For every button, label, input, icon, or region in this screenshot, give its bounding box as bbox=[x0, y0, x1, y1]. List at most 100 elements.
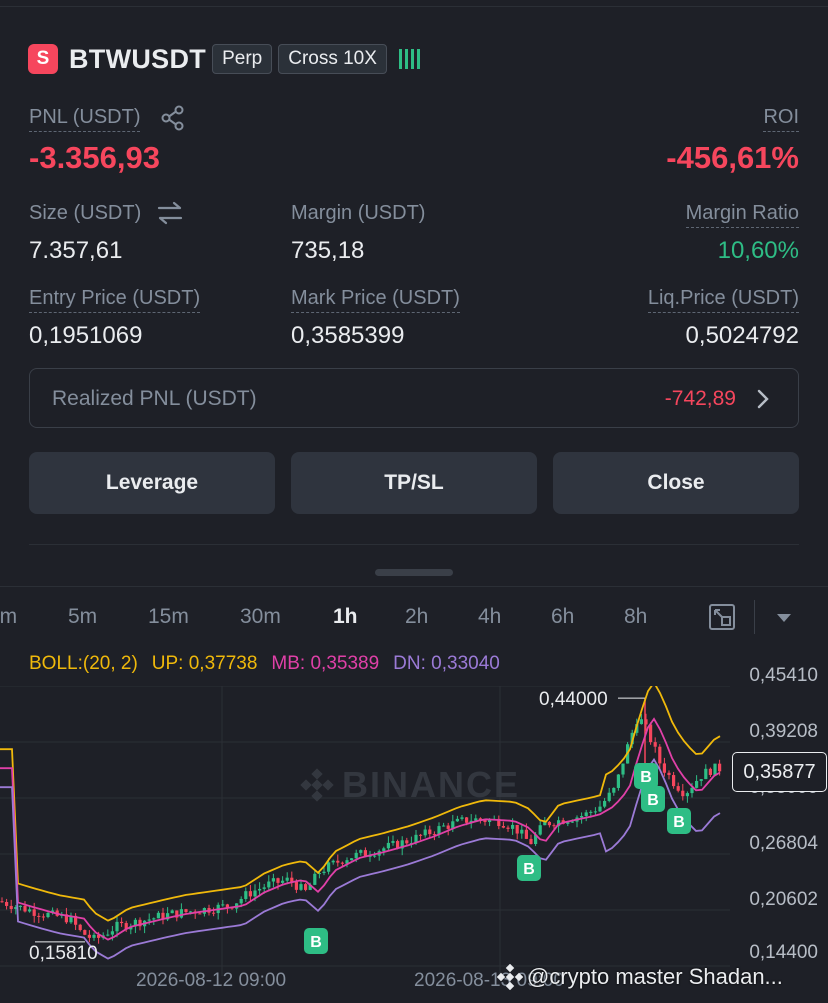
candle-body bbox=[9, 905, 13, 910]
chart-settings-icon[interactable] bbox=[708, 603, 736, 631]
liq-price-label[interactable]: Liq.Price (USDT) bbox=[647, 287, 799, 313]
close-button[interactable]: Close bbox=[553, 452, 799, 514]
tab-timeframe-4h[interactable]: 4h bbox=[478, 605, 501, 629]
share-icon[interactable] bbox=[160, 105, 186, 131]
candlestick-chart[interactable]: BBBBB bbox=[0, 686, 828, 1003]
tab-timeframe-3m[interactable]: 3m bbox=[0, 605, 17, 629]
candle-body bbox=[593, 811, 597, 813]
y-tick-1: 0,39208 bbox=[749, 721, 818, 742]
candle-body bbox=[460, 817, 464, 819]
mark-price-label[interactable]: Mark Price (USDT) bbox=[291, 287, 460, 313]
leverage-button[interactable]: Leverage bbox=[29, 452, 275, 514]
candle-body bbox=[506, 827, 510, 829]
candle-body bbox=[262, 887, 266, 889]
candle-body bbox=[391, 841, 395, 843]
candle-body bbox=[639, 719, 643, 725]
candle-body bbox=[520, 829, 524, 834]
candle-body bbox=[83, 930, 87, 935]
candle-body bbox=[515, 824, 519, 834]
tab-timeframe-8h[interactable]: 8h bbox=[624, 605, 647, 629]
section-divider bbox=[29, 544, 799, 545]
tab-timeframe-5m[interactable]: 5m bbox=[68, 605, 97, 629]
pnl-label[interactable]: PNL (USDT) bbox=[29, 106, 141, 132]
symbol-name[interactable]: BTWUSDT bbox=[69, 44, 206, 75]
tab-timeframe-2h[interactable]: 2h bbox=[405, 605, 428, 629]
candle-body bbox=[276, 878, 280, 883]
candle-body bbox=[685, 793, 689, 797]
timeframe-separator bbox=[754, 600, 755, 634]
candle-body bbox=[156, 912, 160, 919]
candle-body bbox=[198, 913, 202, 915]
candle-body bbox=[120, 921, 124, 924]
signal-bars-icon bbox=[398, 48, 420, 70]
candle-body bbox=[147, 919, 151, 921]
candle-body bbox=[331, 860, 335, 863]
candle-body bbox=[313, 873, 317, 885]
candle-body bbox=[23, 905, 27, 912]
candle-body bbox=[248, 891, 252, 897]
tab-timeframe-15m[interactable]: 15m bbox=[148, 605, 189, 629]
candle-body bbox=[299, 884, 303, 890]
candle-body bbox=[695, 780, 699, 788]
margin-ratio-label[interactable]: Margin Ratio bbox=[685, 202, 799, 228]
y-tick-3: 0,26804 bbox=[749, 833, 818, 854]
candle-body bbox=[570, 821, 574, 823]
candle-body bbox=[442, 825, 446, 827]
candle-body bbox=[603, 800, 607, 807]
candle-body bbox=[465, 817, 469, 823]
candle-body bbox=[327, 862, 331, 872]
y-tick-0: 0,45410 bbox=[749, 665, 818, 686]
entry-price-label[interactable]: Entry Price (USDT) bbox=[29, 287, 201, 313]
candle-body bbox=[598, 806, 602, 812]
candle-body bbox=[212, 912, 216, 914]
candle-body bbox=[336, 860, 340, 863]
candle-body bbox=[271, 878, 275, 882]
candle-body bbox=[37, 915, 41, 917]
swap-icon[interactable] bbox=[156, 200, 184, 226]
high-price-label: 0,44000 bbox=[539, 689, 608, 710]
source-handle: @crypto master Shadan... bbox=[527, 964, 783, 989]
candle-body bbox=[340, 862, 344, 864]
candle-body bbox=[667, 772, 671, 776]
caret-down-icon[interactable] bbox=[776, 613, 792, 623]
candle-body bbox=[662, 763, 666, 773]
candle-body bbox=[221, 904, 225, 906]
candle-body bbox=[294, 881, 298, 890]
candle-body bbox=[179, 909, 183, 918]
candle-body bbox=[446, 825, 450, 829]
current-price-tag: 0,35877 bbox=[732, 752, 827, 792]
chart-top-divider bbox=[0, 586, 828, 587]
candle-body bbox=[547, 821, 551, 826]
candle-body bbox=[170, 910, 174, 914]
candle-body bbox=[708, 768, 712, 775]
candle-body bbox=[267, 881, 271, 888]
x-date-0: 2026-08-12 09:00 bbox=[136, 970, 287, 991]
tab-timeframe-30m[interactable]: 30m bbox=[240, 605, 281, 629]
candle-body bbox=[5, 901, 9, 906]
realized-pnl-label: Realized PNL (USDT) bbox=[52, 387, 257, 410]
candle-body bbox=[41, 916, 45, 918]
candle-body bbox=[32, 909, 36, 916]
candle-body bbox=[405, 840, 409, 844]
y-tick-5: 0,14400 bbox=[749, 942, 818, 963]
tab-timeframe-6h[interactable]: 6h bbox=[551, 605, 574, 629]
boll-up: UP: 0,37738 bbox=[151, 653, 258, 674]
margin-mode-tag[interactable]: Cross 10X bbox=[278, 44, 387, 74]
drag-handle[interactable] bbox=[375, 569, 453, 576]
size-label: Size (USDT) bbox=[29, 202, 142, 224]
candle-body bbox=[354, 852, 358, 859]
boll-params: BOLL:(20, 2) bbox=[29, 653, 138, 674]
candle-body bbox=[419, 834, 423, 836]
tab-timeframe-1h[interactable]: 1h bbox=[333, 605, 358, 629]
candle-body bbox=[78, 924, 82, 931]
margin-label: Margin (USDT) bbox=[291, 202, 426, 224]
roi-label[interactable]: ROI bbox=[763, 106, 799, 132]
realized-pnl-row[interactable]: Realized PNL (USDT) -742,89 bbox=[29, 368, 799, 428]
buy-marker-label: B bbox=[673, 814, 685, 831]
candle-body bbox=[115, 921, 119, 932]
candle-body bbox=[359, 850, 363, 853]
mark-price-value: 0,3585399 bbox=[291, 322, 405, 349]
margin-ratio-value: 10,60% bbox=[717, 237, 799, 264]
buy-marker-label: B bbox=[640, 769, 652, 786]
tpsl-button[interactable]: TP/SL bbox=[291, 452, 537, 514]
